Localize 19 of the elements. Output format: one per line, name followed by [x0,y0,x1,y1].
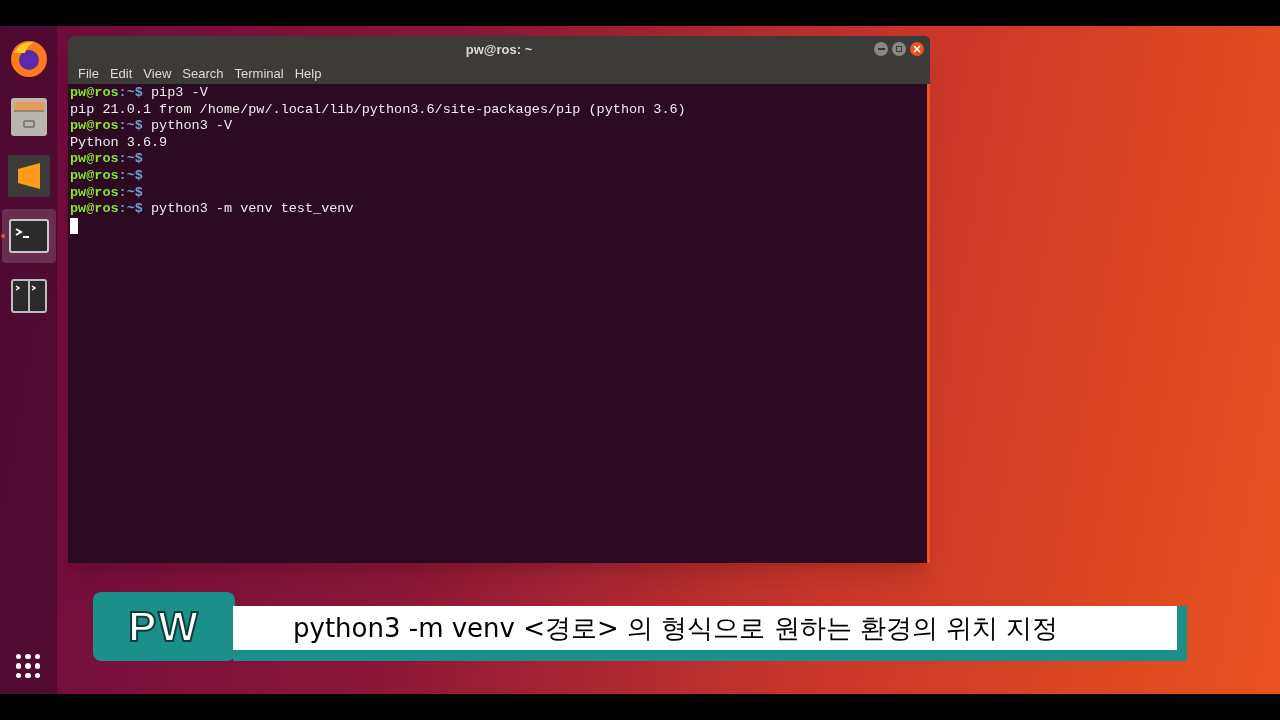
window-title: pw@ros: ~ [465,41,533,60]
logo-badge: PW [93,592,235,661]
menu-item[interactable]: Edit [104,64,138,84]
terminal-output: pw@ros:~$ pip3 -V pip 21.0.1 from /home/pw/.local/lib/python3.6/site-packages/pip (python 3.6) pw@ros:~$ python3 -V Python 3.6.9 pw@ros:~$ pw@ros:~$ pw@ros:~$ pw@ros:~$ python3 -m venv test_venv [68,84,927,563]
menu-item[interactable]: View [138,64,177,84]
caption-text: python3 -m venv <경로> 의 형식으로 원하는 환경의 위치 지정 [233,606,1177,650]
drawer-icon[interactable] [9,97,48,137]
running-indicator [0,234,5,238]
minimize-button[interactable] [874,42,888,56]
menu-item[interactable]: File [73,64,104,84]
menu-item[interactable]: Terminal [229,64,289,84]
text-cursor [70,217,78,234]
dock-item-highlight[interactable] [1,209,56,263]
menu-item[interactable]: Help [289,64,327,84]
close-button[interactable] [910,42,924,56]
menu-item[interactable]: Search [177,64,229,84]
app-grid-icon[interactable] [14,652,42,680]
split-terminal-icon[interactable] [10,279,47,313]
terminal-icon[interactable] [8,219,49,253]
